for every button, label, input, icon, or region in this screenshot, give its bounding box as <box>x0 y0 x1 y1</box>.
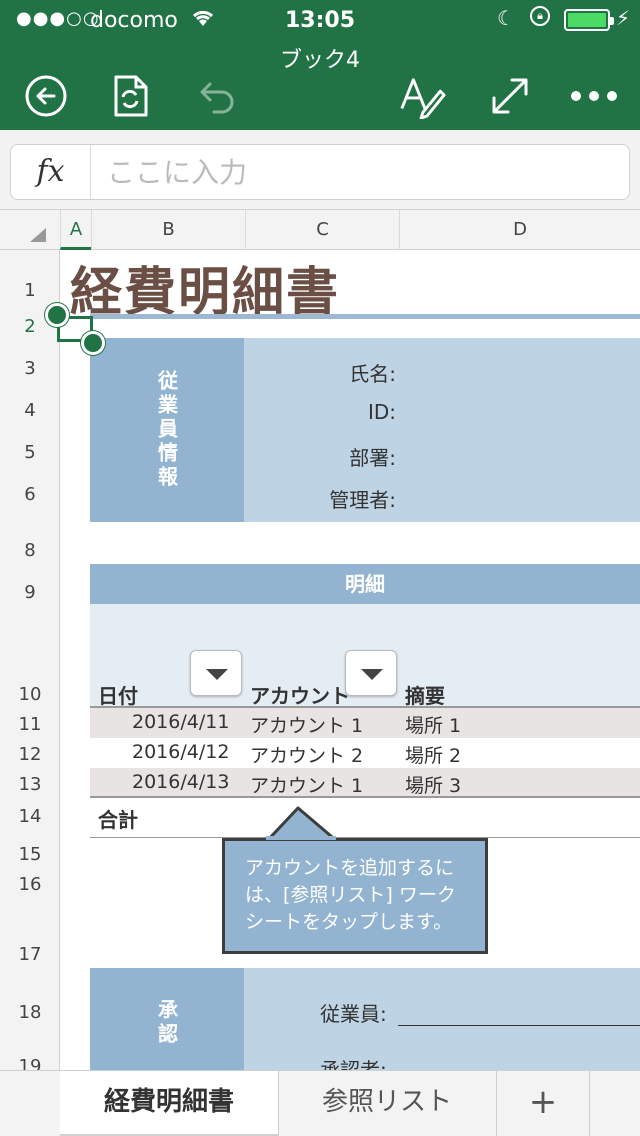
row-header[interactable]: 1 <box>0 280 59 301</box>
back-arrow-icon <box>25 75 67 117</box>
account-cell: アカウント 1 <box>250 775 364 797</box>
row-header[interactable]: 17 <box>0 944 59 965</box>
do-not-disturb-icon: ☾ <box>497 6 515 30</box>
approver-sign-label: 承認者: <box>320 1058 387 1070</box>
description-cell: 場所 3 <box>405 775 462 797</box>
expand-icon <box>492 78 528 114</box>
column-header-b[interactable]: B <box>91 210 245 250</box>
detail-section-header: 明細 <box>90 564 640 604</box>
selection-handle-bottom-right[interactable] <box>81 331 105 355</box>
total-label: 合計 <box>98 808 138 832</box>
row-header[interactable]: 15 <box>0 844 59 865</box>
ellipsis-icon <box>571 91 617 101</box>
tooltip-line: シートをタップします。 <box>245 911 453 933</box>
rotation-lock-icon: 🔒︎ <box>530 6 550 26</box>
tooltip-line: は、[参照リスト] ワーク <box>245 884 456 906</box>
account-column-header: アカウント <box>250 684 350 708</box>
account-cell: アカウント 1 <box>250 715 364 737</box>
tab-reference-list[interactable]: 参照リスト <box>278 1071 496 1136</box>
row-header[interactable]: 16 <box>0 874 59 895</box>
tab-expense-statement[interactable]: 経費明細書 <box>60 1071 278 1136</box>
date-filter-button[interactable] <box>190 650 242 696</box>
app-header: ●●●○○ docomo 13:05 ☾ 🔒︎ ⚡︎ ブック4 <box>0 0 640 130</box>
sheet-tabs: 経費明細書 参照リスト + <box>0 1070 640 1136</box>
document-title: ブック4 <box>280 48 360 73</box>
row-header[interactable]: 18 <box>0 1002 59 1023</box>
formula-bar: fx <box>0 130 640 210</box>
manager-field-label: 管理者: <box>329 488 396 512</box>
edit-format-button[interactable] <box>398 72 446 120</box>
row-header[interactable]: 9 <box>0 582 59 603</box>
row-header[interactable]: 6 <box>0 484 59 505</box>
add-sheet-button[interactable]: + <box>497 1071 589 1136</box>
employee-info-label: 従業員情報 <box>90 338 244 522</box>
dropdown-arrow-icon <box>361 669 383 680</box>
formula-box: fx <box>10 144 630 200</box>
dropdown-arrow-icon <box>206 669 228 680</box>
selection-handle-top-left[interactable] <box>45 303 69 327</box>
row-header[interactable]: 19 <box>0 1056 59 1070</box>
id-field-label: ID: <box>367 400 396 424</box>
tooltip-pointer-join <box>266 836 336 840</box>
account-filter-button[interactable] <box>345 650 397 696</box>
date-column-header: 日付 <box>98 684 138 708</box>
row-header[interactable]: 10 <box>0 684 59 705</box>
description-cell: 場所 1 <box>405 715 462 737</box>
battery-icon <box>564 9 614 31</box>
employee-sign-label: 従業員: <box>320 1002 387 1026</box>
date-cell: 2016/4/11 <box>132 711 230 733</box>
row-header[interactable]: 13 <box>0 774 59 795</box>
row-header[interactable]: 8 <box>0 540 59 561</box>
employee-sign-line <box>398 1025 640 1026</box>
file-sync-icon <box>114 75 148 117</box>
tooltip-line: アカウントを追加するに <box>245 857 455 879</box>
formula-input[interactable] <box>107 145 617 199</box>
more-options-button[interactable] <box>570 72 618 120</box>
description-column-header: 摘要 <box>405 684 445 708</box>
column-header-a[interactable]: A <box>60 210 91 250</box>
row-header[interactable]: 11 <box>0 714 59 735</box>
date-cell: 2016/4/12 <box>132 741 230 763</box>
account-cell: アカウント 2 <box>250 745 364 767</box>
row-headers: 1 2 3 4 5 6 8 9 10 11 12 13 14 15 16 17 … <box>0 250 60 1070</box>
name-field-label: 氏名: <box>349 362 396 386</box>
undo-button[interactable] <box>192 72 240 120</box>
column-header-d[interactable]: D <box>399 210 640 250</box>
row-header[interactable]: 14 <box>0 806 59 827</box>
row-header[interactable]: 5 <box>0 442 59 463</box>
tab-divider <box>589 1071 590 1136</box>
row-header[interactable]: 12 <box>0 744 59 765</box>
employee-info-label-text: 従業員情報 <box>154 370 179 490</box>
file-sync-button[interactable] <box>106 72 154 120</box>
text-edit-icon <box>400 78 446 119</box>
approval-label-text: 承認 <box>154 999 179 1047</box>
row-header[interactable]: 4 <box>0 400 59 421</box>
table-row[interactable]: 2016/4/12 アカウント 2 場所 2 <box>90 738 640 768</box>
employee-info-fields: 氏名: ID: 部署: 管理者: <box>244 338 640 522</box>
title-underline <box>90 314 640 319</box>
fullscreen-button[interactable] <box>486 72 534 120</box>
total-row[interactable]: 合計 <box>90 796 640 838</box>
department-field-label: 部署: <box>349 446 396 470</box>
description-cell: 場所 2 <box>405 745 462 767</box>
status-bar: ●●●○○ docomo 13:05 ☾ 🔒︎ ⚡︎ <box>0 0 640 40</box>
undo-icon <box>200 82 234 114</box>
charging-icon: ⚡︎ <box>616 6 631 30</box>
select-all-corner-icon[interactable] <box>30 228 46 242</box>
approval-label: 承認 <box>90 968 244 1070</box>
tooltip: アカウントを追加するに は、[参照リスト] ワーク シートをタップします。 <box>222 838 488 954</box>
back-button[interactable] <box>22 72 70 120</box>
approval-fields: 従業員: 承認者: <box>244 968 640 1070</box>
table-row[interactable]: 2016/4/11 アカウント 1 場所 1 <box>90 708 640 738</box>
column-headers: A B C D <box>0 210 640 250</box>
date-cell: 2016/4/13 <box>132 771 230 793</box>
column-header-c[interactable]: C <box>245 210 399 250</box>
function-icon[interactable]: fx <box>11 145 91 199</box>
table-row[interactable]: 2016/4/13 アカウント 1 場所 3 <box>90 768 640 798</box>
row-header[interactable]: 3 <box>0 358 59 379</box>
